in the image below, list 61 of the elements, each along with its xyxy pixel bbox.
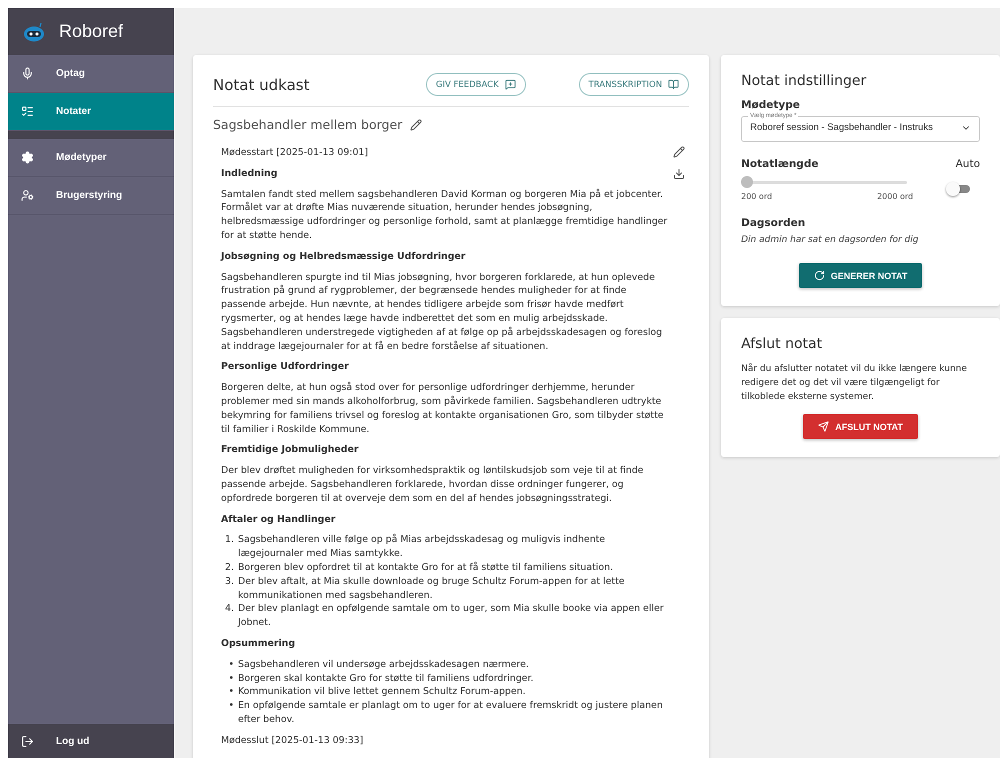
field-label: Notatlængde	[741, 158, 818, 170]
robot-logo-icon	[23, 22, 45, 42]
list-item: En opfølgende samtale er planlagt om to uger for at evaluere fremskridt og justere planen efter behov.	[238, 699, 664, 727]
list-number: 1.	[224, 533, 235, 548]
notes-icon	[21, 105, 34, 118]
edit-icon[interactable]	[673, 146, 686, 158]
comment-plus-icon	[504, 79, 516, 90]
auto-label: Auto	[956, 158, 980, 170]
section-heading: Jobsøgning og Helbredsmæssige Udfordringer	[221, 250, 466, 264]
user-gear-icon	[21, 189, 34, 202]
list-item: Kommunikation vil blive lettet gennem Schultz Forum-appen.	[238, 685, 526, 700]
feedback-button[interactable]: GIV FEEDBACK	[426, 73, 526, 96]
edit-icon[interactable]	[410, 118, 422, 130]
list-number: 4.	[224, 602, 235, 616]
bullet: •	[227, 685, 235, 700]
paragraph: Sagsbehandleren spurgte ind til Mias jobsøgning, hvor borgeren forklarede, at hun oplevede frustration på grund af rygproblemer, der begrænsede hendes muligheder for at finde passende arbejde. Hun nævnte, at hendes tidligere arbejde som frisør havde medført rygsmerter, og at hendes læge havde indberettet det som en mulig arbejdsskade. Sagsbehandleren understregede vigtigheden af at følge op på arbejdsskadesagen og foreslog at inddrage lægejournaler for at få en bedre forståelse af situationen.	[221, 270, 664, 354]
list-number: 2.	[224, 560, 235, 575]
nav-item[interactable]: Notater	[8, 93, 174, 131]
finish-description: Når du afslutter notatet vil du ikke længere kunne redigere det og det vil være tilgængeligt for tilkoblede eksterne systemer.	[741, 362, 968, 404]
logout-icon	[21, 734, 34, 748]
paragraph: Borgeren delte, at hun også stod over for personlige udfordringer derhjemme, herunder problemer med sin mands alkoholforbrug, som påvirkede familien. Sagsbehandleren udtrykte bekymring for familiens trivsel og foreslog at kontakte organisationen Gro, som tilbyder støtte til familier i Roskilde Kommune.	[221, 381, 665, 436]
slider-thumb[interactable]	[741, 176, 754, 188]
bullet: •	[227, 699, 235, 714]
list-item: Borgeren skal kontakte Gro for støtte til familiens udfordringer.	[238, 672, 534, 686]
note-subtitle: Sagsbehandler mellem borger	[213, 117, 402, 132]
card-title: Notat udkast	[213, 76, 310, 94]
book-icon	[668, 79, 680, 90]
section-heading: Fremtidige Jobmuligheder	[221, 443, 360, 458]
list-item: Sagsbehandleren vil undersøge arbejdsskadesagen nærmere.	[238, 658, 529, 672]
finish-button[interactable]: AFSLUT NOTAT	[803, 414, 918, 439]
generate-button[interactable]: GENERER NOTAT	[798, 263, 922, 288]
microphone-icon	[21, 67, 34, 80]
download-icon[interactable]	[673, 168, 686, 180]
field-label: Dagsorden	[741, 217, 806, 229]
transcript-button[interactable]: TRANSSKRIPTION	[578, 73, 690, 96]
app-name: Roboref	[59, 21, 124, 42]
section-heading: Aftaler og Handlinger	[221, 512, 336, 526]
bullet: •	[227, 672, 235, 686]
timestamp: Mødesslut [2025-01-13 09:33]	[221, 734, 364, 748]
slider-min-label: 200 ord	[741, 192, 772, 201]
send-icon	[818, 421, 830, 432]
section-heading: Personlige Udfordringer	[221, 360, 350, 374]
list-item: Der blev aftalt, at Mia skulle downloade og bruge Schultz Forum-appen for at lette kommunikationen med sagsbehandleren.	[238, 574, 626, 602]
paragraph: Samtalen fandt sted mellem sagsbehandleren David Korman og borgeren Mia på et jobcenter. Formålet var at drøfte Mias nuværende situation, herunder hendes jobsøgning, helbredsmæssige udfordringer og personlige forhold, samt at planlægge fremtidige handlinger for at støtte hende.	[221, 188, 668, 243]
auto-toggle[interactable]	[948, 184, 970, 192]
slider-max-label: 2000 ord	[877, 192, 914, 201]
card-title: Afslut notat	[741, 336, 824, 352]
list-item: Sagsbehandleren ville følge op på Mias arbejdsskadesag og muligvis indhente lægejournaler med Mias samtykke.	[238, 533, 606, 561]
list-item: Borgeren blev opfordret til at kontakte Gro for at få støtte til familiens situation.	[238, 560, 614, 575]
logout-button[interactable]: Log ud	[8, 724, 174, 758]
agenda-text: Din admin har sat en dagsorden for dig	[741, 235, 920, 245]
list-item: Der blev planlagt en opfølgende samtale om to uger, som Mia skulle booke via appen eller Jobnet.	[238, 602, 665, 630]
bullet: •	[227, 658, 235, 672]
card-title: Notat indstillinger	[741, 73, 868, 89]
list-number: 3.	[224, 574, 235, 589]
field-label: Mødetype	[741, 99, 801, 111]
refresh-icon	[814, 270, 825, 281]
section-heading: Indledning	[221, 166, 278, 181]
paragraph: Der blev drøftet muligheden for virksomhedspraktik og løntilskudsjob som veje til at finde passende arbejde. Sagsbehandleren forklarede, hvordan disse ordninger fungerer, og opfordrede borgeren til at overveje dem som en del af hendes jobsøgningsstrategi.	[221, 464, 644, 506]
section-heading: Opsummering	[221, 636, 296, 651]
timestamp: Mødesstart [2025-01-13 09:01]	[221, 146, 370, 160]
